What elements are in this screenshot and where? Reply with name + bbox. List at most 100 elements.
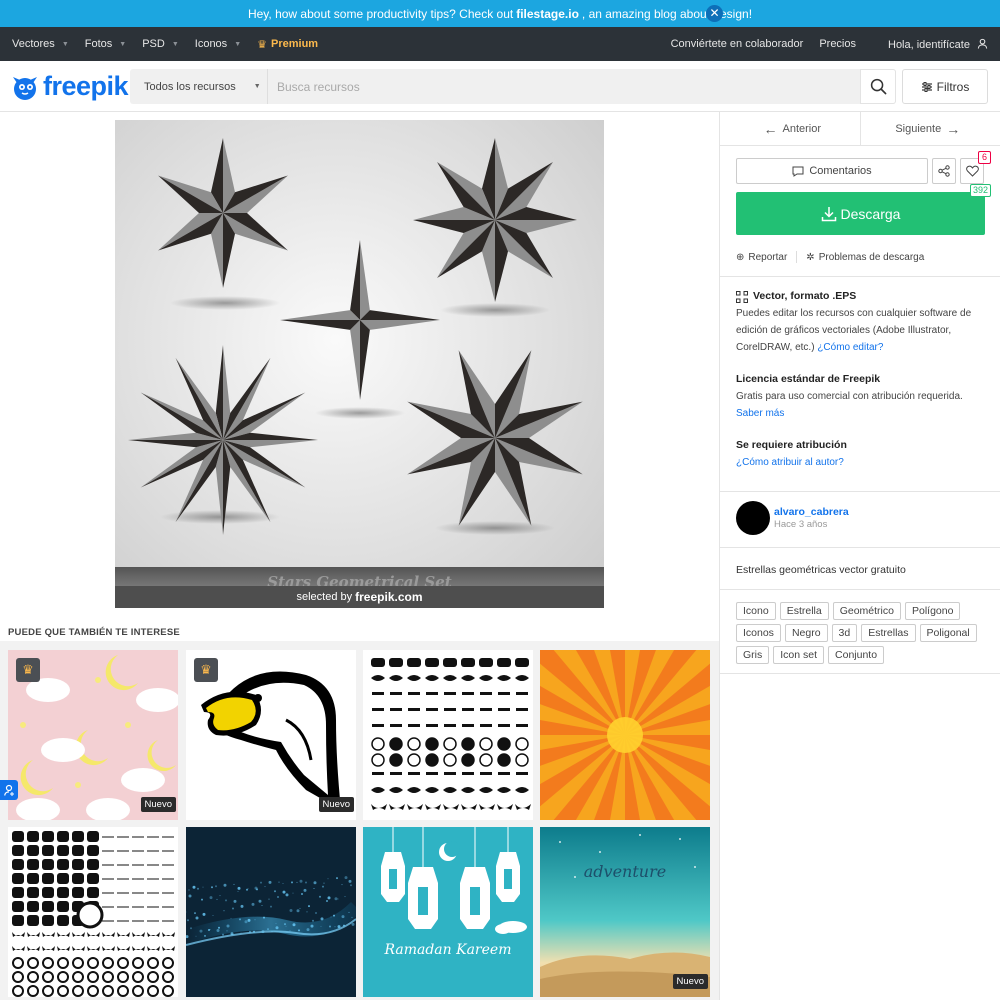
shape-element <box>87 932 100 937</box>
chevron-down-icon: ▼ <box>119 40 127 48</box>
learn-more-link[interactable]: Saber más <box>736 408 784 419</box>
shape-element <box>87 957 99 969</box>
ornament-element <box>462 708 474 711</box>
search-button[interactable] <box>860 69 896 104</box>
ornament-element <box>515 753 529 767</box>
nav-psd[interactable]: PSD ▼ <box>142 38 179 50</box>
shape-element <box>12 985 24 997</box>
particle <box>292 892 294 894</box>
license-info: Licencia estándar de Freepik Gratis para… <box>736 371 986 422</box>
related-thumbnail[interactable]: adventure Nuevo <box>540 827 710 997</box>
tag[interactable]: 3d <box>831 624 858 642</box>
nav-pricing[interactable]: Precios <box>819 38 856 50</box>
particle <box>256 888 258 891</box>
like-button[interactable]: 6 <box>960 151 991 184</box>
nav-fotos[interactable]: Fotos ▼ <box>85 38 126 50</box>
tag[interactable]: Iconos <box>736 624 781 642</box>
nav-iconos[interactable]: Iconos ▼ <box>195 38 241 50</box>
related-thumbnail[interactable] <box>540 650 710 820</box>
tag[interactable]: Estrella <box>779 602 829 620</box>
nav-label: Fotos <box>84 38 113 50</box>
comments-button[interactable]: Comentarios <box>736 158 928 184</box>
particle <box>323 882 325 884</box>
particle <box>201 898 203 901</box>
particle <box>298 929 300 932</box>
related-thumbnail[interactable] <box>8 827 178 997</box>
particle <box>322 885 324 888</box>
ornament-element <box>497 804 513 810</box>
nav-vectores[interactable]: Vectores ▼ <box>12 38 69 50</box>
particle <box>260 881 262 884</box>
how-to-attribute-link[interactable]: ¿Cómo atribuir al autor? <box>736 457 844 468</box>
download-icon <box>821 206 836 221</box>
tag[interactable]: Negro <box>784 624 828 642</box>
particle <box>299 879 303 883</box>
shape-element <box>27 831 39 842</box>
author-block[interactable]: alvaro_cabrera Hace 3 años <box>736 501 849 535</box>
chevron-down-icon: ▼ <box>234 40 242 48</box>
add-user-button[interactable] <box>0 780 18 800</box>
tag[interactable]: Icon set <box>773 646 825 664</box>
freepik-logo[interactable]: freepik <box>9 71 129 102</box>
previous-button[interactable]: ← Anterior <box>720 112 861 145</box>
ornament-element <box>498 724 510 727</box>
how-to-edit-link[interactable]: ¿Cómo editar? <box>817 342 883 353</box>
particle <box>310 924 314 928</box>
shape-element <box>72 946 85 951</box>
search-type-select[interactable]: Todos los recursos ▼ <box>130 69 268 104</box>
related-thumbnail[interactable] <box>363 650 533 820</box>
nav-login[interactable]: Hola, identifícate <box>872 38 988 51</box>
download-problems-link[interactable]: ✲ Problemas de descarga <box>806 252 924 263</box>
filters-button[interactable]: Filtros <box>902 69 988 104</box>
shape-element <box>72 859 84 870</box>
search-input[interactable] <box>268 69 860 104</box>
next-button[interactable]: Siguiente → <box>861 112 1000 145</box>
shape-element <box>27 932 40 937</box>
particle <box>240 904 244 908</box>
related-thumbnail[interactable]: Ramadan Kareem <box>363 827 533 997</box>
particle <box>320 925 322 927</box>
share-button[interactable] <box>932 158 956 184</box>
ornament-element <box>426 724 438 727</box>
promo-link[interactable]: filestage.io <box>516 7 579 21</box>
related-thumbnail[interactable]: ♛ Nuevo <box>186 650 356 820</box>
particle <box>233 899 237 903</box>
vector-icon <box>736 290 748 303</box>
related-thumbnail[interactable] <box>186 827 356 997</box>
author-name[interactable]: alvaro_cabrera <box>774 506 849 518</box>
avatar[interactable] <box>736 501 770 535</box>
particle <box>267 928 269 931</box>
ornament-element <box>480 692 492 695</box>
nav-premium[interactable]: ♛ Premium <box>257 38 318 51</box>
ornament-element <box>462 724 474 727</box>
shape-element <box>12 859 24 870</box>
tag[interactable]: Icono <box>736 602 776 620</box>
next-label: Siguiente <box>895 122 942 135</box>
tag[interactable]: Conjunto <box>828 646 885 664</box>
tag[interactable]: Gris <box>736 646 770 664</box>
ornament-set-illustration <box>371 658 531 810</box>
particle <box>232 907 234 910</box>
star-facet <box>280 320 360 330</box>
related-thumbnail[interactable]: ♛ Nuevo <box>8 650 178 820</box>
user-icon <box>977 38 988 49</box>
tag[interactable]: Estrellas <box>861 624 916 642</box>
tag[interactable]: Geométrico <box>832 602 901 620</box>
particle <box>282 883 284 885</box>
shape-element <box>72 985 84 997</box>
nav-contributor[interactable]: Conviértete en colaborador <box>671 38 804 50</box>
ornament-element <box>516 692 528 695</box>
particle <box>202 912 206 916</box>
star-facet <box>360 310 440 320</box>
ornament-element <box>408 724 420 727</box>
report-link[interactable]: ⊕ Reportar <box>736 252 787 263</box>
download-button[interactable]: Descarga 392 <box>736 184 991 235</box>
close-icon[interactable]: ✕ <box>706 5 723 22</box>
shape-element <box>147 957 159 969</box>
resource-preview-image[interactable]: Stars Geometrical Set selected by freepi… <box>115 120 604 608</box>
shape-element <box>147 932 160 937</box>
particle <box>247 888 249 890</box>
tag[interactable]: Poligonal <box>919 624 977 642</box>
ornament-element <box>407 658 421 667</box>
tag[interactable]: Polígono <box>904 602 961 620</box>
